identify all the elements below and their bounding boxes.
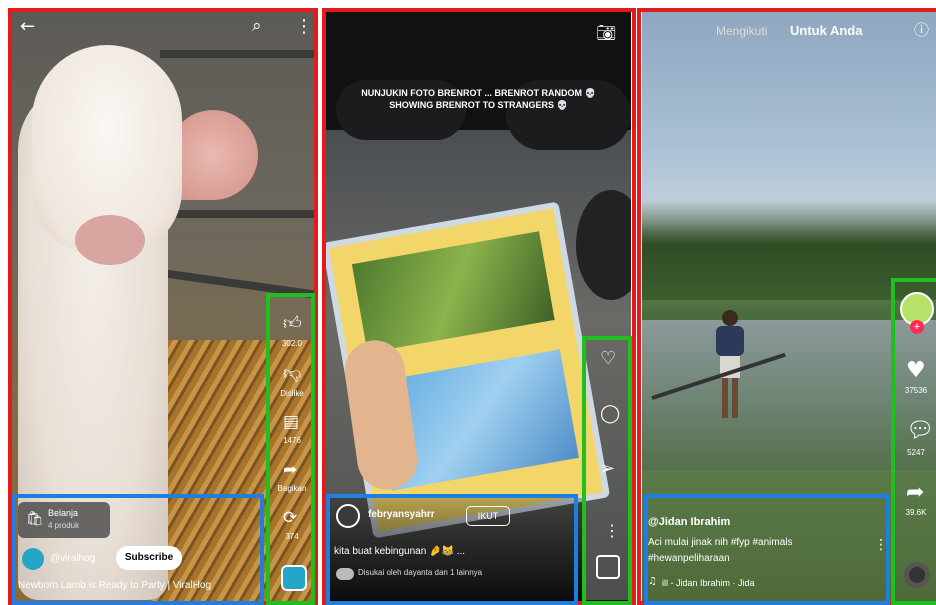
dislike-icon[interactable]: 👎︎ <box>283 365 301 383</box>
comment-count: 1476 <box>283 436 301 445</box>
like-count: 37536 <box>904 386 928 395</box>
liked-by-text[interactable]: Disukai oleh dayanta dan 1 lainnya <box>358 568 482 577</box>
more-vertical-icon[interactable]: ⋮ <box>874 538 888 552</box>
shop-sub: 4 produk <box>48 521 80 530</box>
music-note-icon: ♫ <box>648 576 657 587</box>
back-arrow-icon[interactable]: ← <box>20 18 35 36</box>
shop-label: Belanja <box>48 508 79 518</box>
heart-icon[interactable]: ♥ <box>906 360 926 382</box>
screenshot-collage: ← ⌕ ⋮ 👍︎ 302.0 👎︎ Dislike ▤ 1476 ➦ Bagik… <box>0 0 936 605</box>
caption-line-2: #hewanpeliharaan <box>648 553 730 564</box>
channel-name[interactable]: @viralhog <box>50 553 95 564</box>
share-label: Bagikan <box>277 484 307 493</box>
fence-rail <box>160 268 315 300</box>
video-caption: Newborn Lamb is Ready to Party | ViralHo… <box>18 580 212 591</box>
more-vertical-icon[interactable]: ⋮ <box>604 523 620 539</box>
more-vertical-icon[interactable]: ⋮ <box>295 18 313 36</box>
follow-plus-icon[interactable]: + <box>910 320 924 334</box>
sound-thumbnail[interactable] <box>281 565 307 591</box>
channel-avatar[interactable] <box>22 548 44 570</box>
sound-name[interactable]: ill - Jidan Ibrahim · Jida <box>662 578 755 588</box>
search-icon[interactable]: ⌕ <box>252 18 262 35</box>
tree-line <box>642 200 936 300</box>
user-avatar[interactable] <box>336 504 360 528</box>
share-count: 39.6K <box>905 508 927 517</box>
subscribe-button[interactable]: Subscribe <box>116 546 182 570</box>
remix-count: 374 <box>285 532 299 541</box>
shorts-video-panel[interactable]: ← ⌕ ⋮ 👍︎ 302.0 👎︎ Dislike ▤ 1476 ➦ Bagik… <box>10 10 315 602</box>
liker-avatars <box>336 568 354 580</box>
comment-icon[interactable]: ◯ <box>600 405 620 423</box>
comment-count: 5247 <box>907 448 925 457</box>
comment-icon[interactable]: 💬︎ <box>906 420 934 442</box>
share-icon[interactable]: ➦ <box>283 462 297 479</box>
tab-following[interactable]: Mengikuti <box>716 24 767 38</box>
dislike-label: Dislike <box>280 389 304 398</box>
creator-username[interactable]: @Jidan Ibrahim <box>648 516 730 528</box>
follow-button[interactable]: IKUT <box>466 506 510 526</box>
fence-rail <box>160 50 315 58</box>
reel-caption: kita buat kebingunan 🤌😹 ... <box>334 546 466 557</box>
music-disc[interactable] <box>904 562 930 588</box>
remix-icon[interactable]: ⟳ <box>283 510 297 527</box>
tab-for-you[interactable]: Untuk Anda <box>790 23 862 38</box>
audio-thumbnail[interactable] <box>596 555 620 579</box>
comment-icon[interactable]: ▤ <box>283 414 299 431</box>
send-icon[interactable]: ➢ <box>600 460 615 478</box>
info-icon[interactable]: ⓘ <box>914 23 929 38</box>
overlay-text-1: NUNJUKIN FOTO BRENROT ... BRENROT RANDOM… <box>361 88 596 98</box>
share-icon[interactable]: ➦ <box>906 482 924 504</box>
overlay-text-2: SHOWING BRENROT TO STRANGERS 💀 <box>389 100 568 110</box>
album-picture <box>351 231 555 353</box>
camera-icon[interactable]: 📷︎ <box>596 25 616 41</box>
shopping-bag-icon: 🛍︎ <box>26 511 44 527</box>
like-count: 302.0 <box>281 339 303 348</box>
caption-line-1: Aci mulai jinak nih #fyp #animals <box>648 537 793 548</box>
flooded-field <box>642 320 936 470</box>
shop-chip[interactable]: 🛍︎ Belanja 4 produk <box>18 502 110 538</box>
heart-icon[interactable]: ♡ <box>600 350 616 368</box>
tiktok-video-panel[interactable]: Mengikuti Untuk Anda ⓘ + ♥ 37536 💬︎ 5247… <box>642 10 936 602</box>
fence-rail <box>160 210 315 218</box>
username[interactable]: febryansyahrr <box>368 509 435 520</box>
reels-video-panel[interactable]: 📷︎ NUNJUKIN FOTO BRENROT ... BRENROT RAN… <box>326 10 631 602</box>
lamb-nose <box>75 215 145 265</box>
like-icon[interactable]: 👍︎ <box>283 315 302 333</box>
